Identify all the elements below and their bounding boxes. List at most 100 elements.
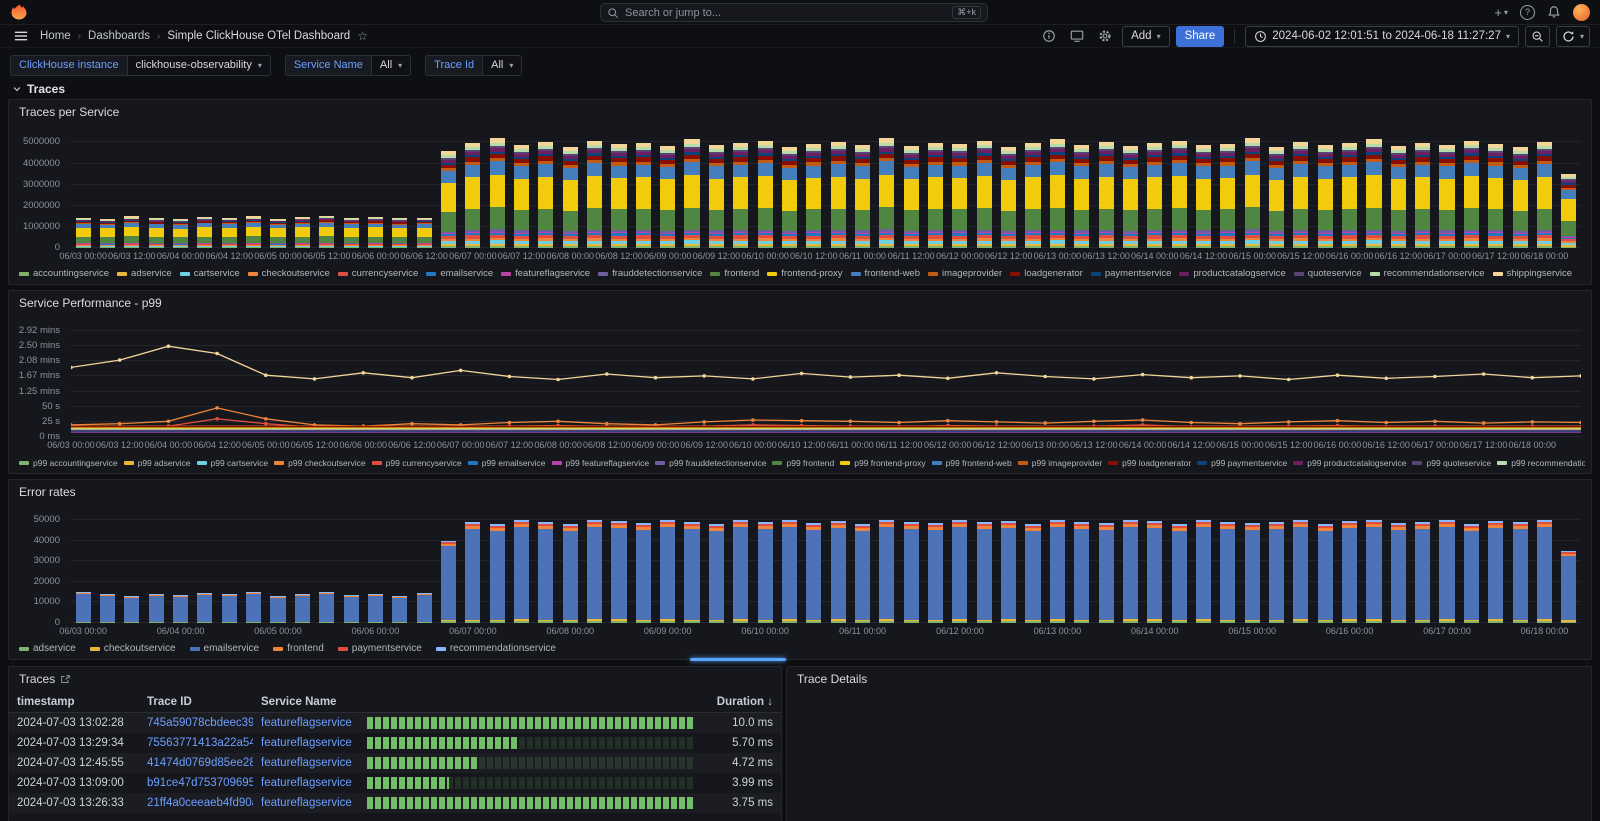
legend-item[interactable]: p99 adservice bbox=[124, 458, 191, 468]
variable-value-dropdown[interactable]: clickhouse-observability ▾ bbox=[127, 55, 271, 76]
breadcrumb-dashboards[interactable]: Dashboards bbox=[88, 30, 150, 42]
legend-item[interactable]: p99 emailservice bbox=[468, 458, 546, 468]
user-avatar[interactable] bbox=[1573, 4, 1590, 21]
service-name-link[interactable]: featureflagservice bbox=[253, 777, 359, 789]
breadcrumb-home[interactable]: Home bbox=[40, 30, 71, 42]
legend-item[interactable]: frontend bbox=[710, 268, 759, 279]
panel-title[interactable]: Traces per Service bbox=[9, 100, 1591, 124]
legend-item[interactable]: p99 frontend-web bbox=[932, 458, 1012, 468]
legend-item[interactable]: frontend bbox=[273, 643, 324, 654]
legend-item[interactable]: p99 productcatalogservice bbox=[1293, 458, 1406, 468]
mega-menu-button[interactable] bbox=[10, 26, 32, 46]
panel-title[interactable]: Error rates bbox=[9, 480, 1591, 504]
legend-item[interactable]: p99 loadgenerator bbox=[1108, 458, 1191, 468]
legend-item[interactable]: p99 recommendationservice bbox=[1497, 458, 1585, 468]
plot-area[interactable] bbox=[71, 134, 1581, 248]
search-input[interactable] bbox=[625, 7, 946, 19]
table-row[interactable]: 2024-07-03 13:26:3321ff4a0ceeaeb4fd90af0… bbox=[9, 793, 781, 813]
add-button[interactable]: Add ▾ bbox=[1122, 26, 1169, 47]
grafana-logo[interactable] bbox=[10, 3, 28, 21]
legend-item[interactable]: currencyservice bbox=[338, 268, 419, 279]
legend-item[interactable]: p99 featureflagservice bbox=[552, 458, 650, 468]
trace-id-link[interactable]: 21ff4a0ceeaeb4fd90af0... bbox=[139, 797, 253, 809]
trace-id-link[interactable]: 41474d0769d85ee2828... bbox=[139, 757, 253, 769]
share-button[interactable]: Share bbox=[1176, 26, 1225, 47]
legend-item[interactable]: shippingservice bbox=[1493, 268, 1572, 279]
column-header-duration[interactable]: Duration ↓ bbox=[703, 696, 781, 708]
plot-area[interactable] bbox=[71, 514, 1581, 623]
service-name-link[interactable]: featureflagservice bbox=[253, 717, 359, 729]
column-header-service-name[interactable]: Service Name bbox=[253, 696, 359, 708]
legend-item[interactable]: p99 cartservice bbox=[197, 458, 269, 468]
panel-title[interactable]: Trace Details bbox=[787, 667, 1591, 691]
legend-item[interactable]: accountingservice bbox=[19, 268, 109, 279]
breadcrumb-current-dashboard[interactable]: Simple ClickHouse OTel Dashboard bbox=[167, 30, 350, 42]
service-name-link[interactable]: featureflagservice bbox=[253, 737, 359, 749]
bar-segment bbox=[441, 183, 456, 212]
variable-value: clickhouse-observability bbox=[136, 59, 252, 71]
point-marker bbox=[1384, 377, 1388, 381]
legend-item[interactable]: emailservice bbox=[190, 643, 260, 654]
legend-item[interactable]: checkoutservice bbox=[90, 643, 176, 654]
legend-item[interactable]: p99 quoteservice bbox=[1412, 458, 1491, 468]
panel-links-icon[interactable] bbox=[60, 674, 71, 685]
table-row[interactable]: 2024-07-03 13:29:3475563771413a22a54618.… bbox=[9, 733, 781, 753]
notifications-button[interactable] bbox=[1547, 5, 1561, 19]
legend-item[interactable]: emailservice bbox=[426, 268, 493, 279]
legend-item[interactable]: checkoutservice bbox=[248, 268, 330, 279]
trace-id-link[interactable]: b91ce47d753709695f1d... bbox=[139, 777, 253, 789]
legend-item[interactable]: quoteservice bbox=[1294, 268, 1362, 279]
legend-item[interactable]: paymentservice bbox=[1091, 268, 1172, 279]
legend-item[interactable]: frontend-proxy bbox=[767, 268, 842, 279]
legend-item[interactable]: imageprovider bbox=[928, 268, 1002, 279]
legend-item[interactable]: p99 accountingservice bbox=[19, 458, 118, 468]
table-row[interactable]: 2024-07-03 13:09:00b91ce47d753709695f1d.… bbox=[9, 773, 781, 793]
legend-item[interactable]: cartservice bbox=[180, 268, 240, 279]
column-header-timestamp[interactable]: timestamp bbox=[9, 696, 139, 708]
legend-item[interactable]: p99 frontend bbox=[772, 458, 834, 468]
panel-title[interactable]: Service Performance - p99 bbox=[9, 291, 1591, 315]
legend-item[interactable]: p99 checkoutservice bbox=[274, 458, 366, 468]
legend-item[interactable]: paymentservice bbox=[338, 643, 422, 654]
row-header-traces[interactable]: Traces bbox=[0, 80, 77, 98]
legend-item[interactable]: adservice bbox=[19, 643, 76, 654]
legend-item[interactable]: p99 paymentservice bbox=[1197, 458, 1287, 468]
legend-item[interactable]: p99 imageprovider bbox=[1018, 458, 1102, 468]
table-row[interactable]: 2024-07-03 12:45:5541474d0769d85ee2828..… bbox=[9, 753, 781, 773]
legend-item[interactable]: p99 currencyservice bbox=[372, 458, 462, 468]
legend-item[interactable]: productcatalogservice bbox=[1179, 268, 1285, 279]
trace-id-link[interactable]: 745a59078cbdeec39b7... bbox=[139, 717, 253, 729]
legend-item[interactable]: recommendationservice bbox=[1370, 268, 1485, 279]
table-row[interactable]: 2024-07-03 13:02:28745a59078cbdeec39b7..… bbox=[9, 713, 781, 733]
panel-title[interactable]: Traces bbox=[9, 667, 781, 691]
bar-segment bbox=[1415, 621, 1430, 623]
legend-item[interactable]: featureflagservice bbox=[501, 268, 590, 279]
variable-value-dropdown[interactable]: All ▾ bbox=[482, 55, 522, 76]
variable-value-dropdown[interactable]: All ▾ bbox=[371, 55, 411, 76]
legend-item[interactable]: p99 frauddetectionservice bbox=[655, 458, 766, 468]
zoom-out-time-button[interactable] bbox=[1525, 26, 1550, 47]
legend-item[interactable]: loadgenerator bbox=[1010, 268, 1083, 279]
service-name-link[interactable]: featureflagservice bbox=[253, 757, 359, 769]
favorite-star-icon[interactable]: ☆ bbox=[357, 29, 368, 43]
bar-segment bbox=[368, 622, 383, 623]
refresh-button[interactable]: ▾ bbox=[1556, 26, 1590, 47]
plot-area[interactable] bbox=[71, 325, 1581, 437]
dashboard-settings-button[interactable] bbox=[1094, 26, 1116, 46]
legend-item[interactable]: p99 frontend-proxy bbox=[840, 458, 925, 468]
search-bar[interactable]: ⌘+k bbox=[600, 3, 988, 22]
column-header-trace-id[interactable]: Trace ID bbox=[139, 696, 253, 708]
service-name-link[interactable]: featureflagservice bbox=[253, 797, 359, 809]
bar-segment bbox=[100, 622, 115, 623]
help-button[interactable]: ? bbox=[1520, 5, 1535, 20]
trace-id-link[interactable]: 75563771413a22a54618... bbox=[139, 737, 253, 749]
dashboard-insights-button[interactable] bbox=[1038, 26, 1060, 46]
new-menu-button[interactable]: + ▾ bbox=[1494, 5, 1508, 20]
legend-item[interactable]: adservice bbox=[117, 268, 172, 279]
tv-mode-button[interactable] bbox=[1066, 26, 1088, 46]
legend-item[interactable]: frauddetectionservice bbox=[598, 268, 702, 279]
legend-label: p99 currencyservice bbox=[386, 458, 462, 468]
time-range-picker[interactable]: 2024-06-02 12:01:51 to 2024-06-18 11:27:… bbox=[1245, 26, 1519, 47]
legend-item[interactable]: recommendationservice bbox=[436, 643, 556, 654]
legend-item[interactable]: frontend-web bbox=[851, 268, 920, 279]
